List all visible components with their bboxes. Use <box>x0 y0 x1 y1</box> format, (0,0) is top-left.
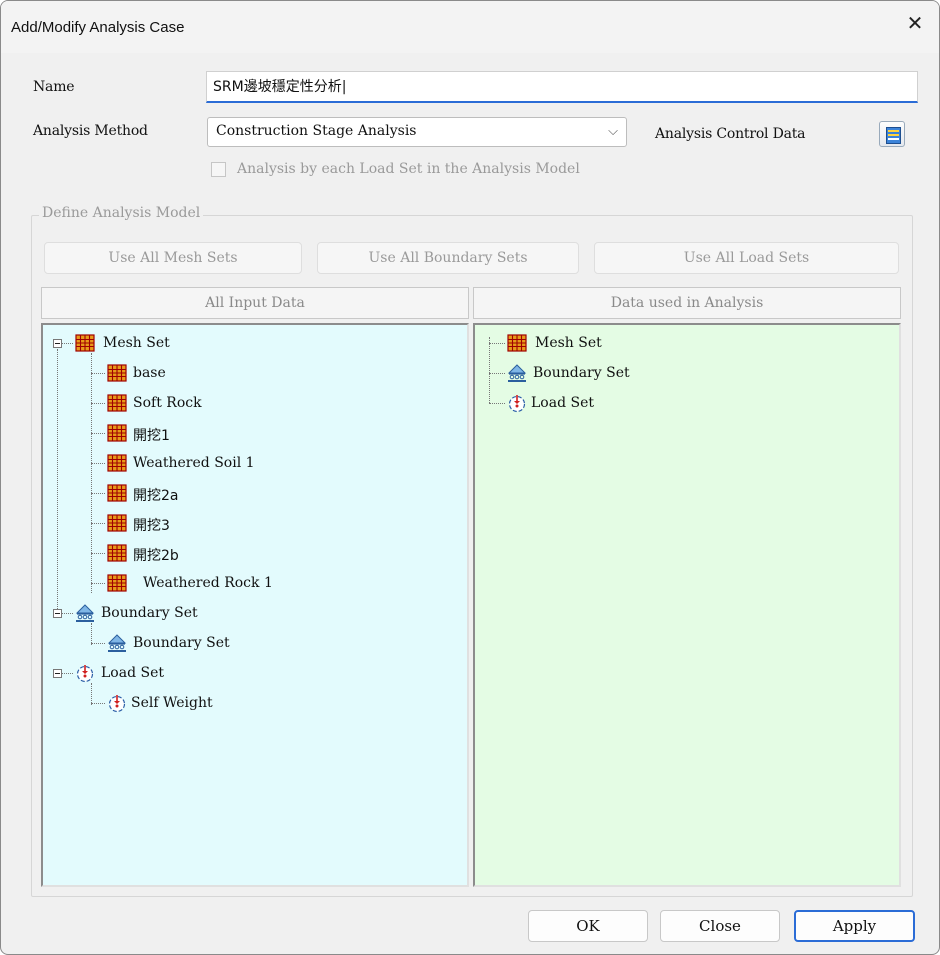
tree-connector <box>91 433 105 434</box>
data-used-tree[interactable]: Mesh Set Boundary Set Load Set <box>473 323 901 887</box>
tree-node-label: Boundary Set <box>533 365 630 381</box>
boundary-set-icon <box>107 633 127 653</box>
chevron-down-icon: ⌵ <box>608 124 618 139</box>
close-icon[interactable]: ✕ <box>905 13 925 33</box>
analysis-method-select[interactable]: Construction Stage Analysis ⌵ <box>207 117 627 147</box>
tree-node-label: Weathered Soil 1 <box>133 455 255 471</box>
dialog-title: Add/Modify Analysis Case <box>11 19 185 36</box>
all-input-data-tree[interactable]: Mesh Set base Soft Rock 開挖1 Weathered So… <box>41 323 469 887</box>
all-input-data-header: All Input Data <box>41 287 469 319</box>
data-used-header: Data used in Analysis <box>473 287 901 319</box>
tree-node-label: Boundary Set <box>133 635 230 651</box>
each-load-set-checkbox[interactable] <box>211 162 226 177</box>
analysis-method-label: Analysis Method <box>33 123 148 139</box>
name-label: Name <box>33 79 75 95</box>
tree-node-label: 開挖1 <box>133 428 170 444</box>
each-load-set-label: Analysis by each Load Set in the Analysi… <box>237 161 580 177</box>
tree-connector <box>91 493 105 494</box>
use-all-load-sets-button[interactable]: Use All Load Sets <box>594 242 899 274</box>
mesh-set-icon <box>507 333 527 353</box>
analysis-case-dialog: Add/Modify Analysis Case ✕ Name SRM邊坡穩定性… <box>0 0 940 955</box>
tree-connector <box>61 673 73 674</box>
tree-connector <box>91 553 105 554</box>
analysis-control-button[interactable] <box>879 121 905 147</box>
tree-node-label: Soft Rock <box>133 395 202 411</box>
ok-button[interactable]: OK <box>528 910 648 942</box>
tree-node-label: Mesh Set <box>103 335 170 351</box>
load-set-icon <box>75 663 95 683</box>
tree-connector <box>57 349 58 613</box>
tree-node-label: Weathered Rock 1 <box>143 575 273 591</box>
title-bar: Add/Modify Analysis Case ✕ <box>1 1 939 53</box>
tree-node-label: 開挖2b <box>133 548 179 564</box>
load-set-icon <box>507 393 527 413</box>
tree-node-label: Load Set <box>101 665 164 681</box>
tree-connector <box>91 703 105 704</box>
tree-node-label: 開挖2a <box>133 488 179 504</box>
tree-connector <box>91 583 105 584</box>
mesh-set-icon <box>107 393 127 413</box>
tree-node-label: Load Set <box>531 395 594 411</box>
mesh-set-icon <box>107 483 127 503</box>
tree-connector <box>91 353 92 593</box>
tree-connector <box>489 337 490 403</box>
boundary-set-icon <box>507 363 527 383</box>
apply-button[interactable]: Apply <box>794 910 915 942</box>
tree-connector <box>91 683 92 705</box>
mesh-set-icon <box>75 333 95 353</box>
name-input[interactable]: SRM邊坡穩定性分析| <box>206 71 918 103</box>
collapse-mesh-set-icon[interactable] <box>53 339 62 348</box>
tree-connector <box>489 373 505 374</box>
tree-node-label: base <box>133 365 166 381</box>
mesh-set-icon <box>107 513 127 533</box>
load-set-icon <box>107 693 127 713</box>
close-button[interactable]: Close <box>660 910 780 942</box>
tree-node-label: Mesh Set <box>535 335 602 351</box>
mesh-set-icon <box>107 543 127 563</box>
collapse-load-set-icon[interactable] <box>53 669 62 678</box>
analysis-control-icon <box>886 127 901 144</box>
boundary-set-icon <box>75 603 95 623</box>
tree-connector <box>61 343 73 344</box>
tree-connector <box>489 343 505 344</box>
tree-connector <box>91 523 105 524</box>
mesh-set-icon <box>107 573 127 593</box>
analysis-control-label: Analysis Control Data <box>655 126 806 142</box>
tree-connector <box>91 623 92 645</box>
mesh-set-icon <box>107 423 127 443</box>
analysis-method-value: Construction Stage Analysis <box>216 123 417 139</box>
use-all-boundary-sets-button[interactable]: Use All Boundary Sets <box>317 242 579 274</box>
tree-connector <box>91 373 105 374</box>
tree-connector <box>91 403 105 404</box>
tree-connector <box>91 463 105 464</box>
tree-connector <box>91 643 105 644</box>
collapse-boundary-set-icon[interactable] <box>53 609 62 618</box>
tree-connector <box>61 613 73 614</box>
define-model-group-label: Define Analysis Model <box>39 205 204 221</box>
use-all-mesh-sets-button[interactable]: Use All Mesh Sets <box>44 242 302 274</box>
mesh-set-icon <box>107 363 127 383</box>
tree-connector <box>489 403 505 404</box>
mesh-set-icon <box>107 453 127 473</box>
tree-node-label: 開挖3 <box>133 518 170 534</box>
tree-node-label: Self Weight <box>131 695 213 711</box>
tree-node-label: Boundary Set <box>101 605 198 621</box>
